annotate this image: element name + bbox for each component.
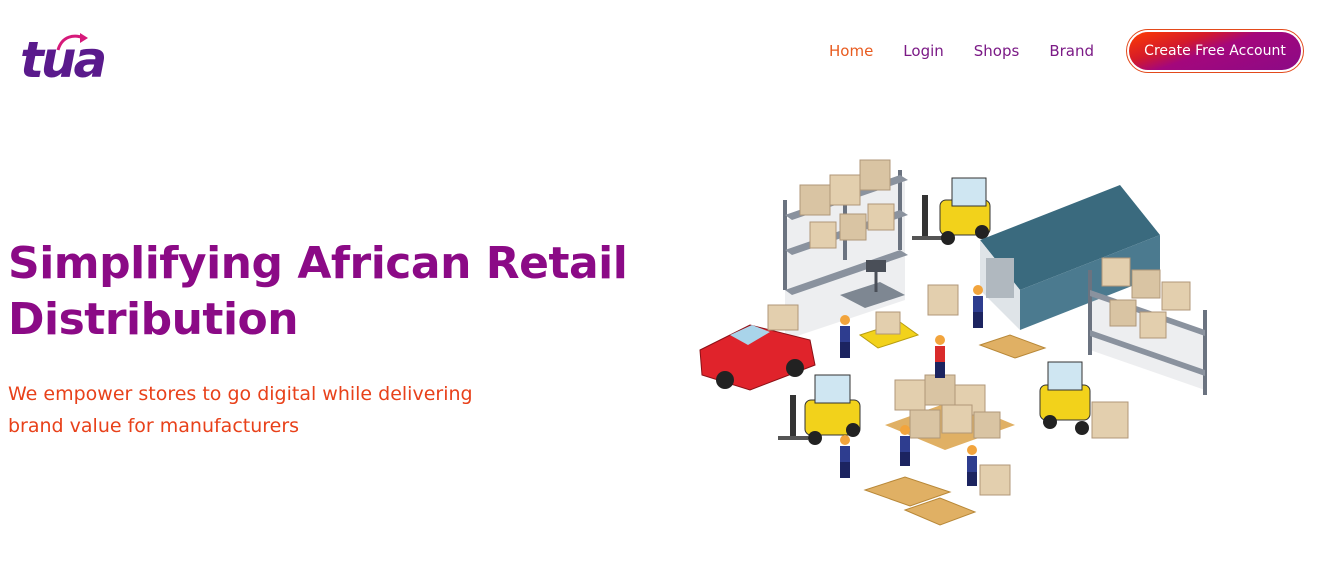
forklift-right bbox=[1039, 361, 1129, 439]
create-free-account-button[interactable]: Create Free Account bbox=[1129, 32, 1301, 70]
hero-title-line-1: Simplifying African Retail bbox=[8, 238, 628, 289]
hero-subtitle-line-1: We empower stores to go digital while de… bbox=[8, 383, 473, 405]
main-navigation: Home Login Shops Brand Create Free Accou… bbox=[829, 29, 1304, 73]
hero-title-line-2: Distribution bbox=[8, 294, 299, 345]
brand-logo[interactable]: tua bbox=[20, 30, 120, 90]
nav-home-link[interactable]: Home bbox=[829, 42, 873, 60]
create-account-button-outline: Create Free Account bbox=[1126, 29, 1304, 73]
nav-brand-link[interactable]: Brand bbox=[1049, 42, 1094, 60]
pickup-truck bbox=[699, 304, 816, 391]
logo-wordmark: tua bbox=[20, 31, 107, 89]
hero-subtitle: We empower stores to go digital while de… bbox=[8, 378, 508, 442]
shelving-rack-right bbox=[1088, 257, 1207, 395]
warehouse-logistics-illustration bbox=[699, 159, 1207, 526]
nav-login-link[interactable]: Login bbox=[903, 42, 943, 60]
box-on-pallet bbox=[979, 464, 1011, 496]
nav-shops-link[interactable]: Shops bbox=[974, 42, 1020, 60]
forklift-bottom-left bbox=[778, 374, 861, 445]
single-box bbox=[927, 284, 959, 316]
hero-subtitle-line-2: brand value for manufacturers bbox=[8, 415, 300, 437]
forklift-top bbox=[912, 177, 991, 245]
hand-pallet-truck bbox=[858, 311, 920, 349]
hero-title: Simplifying African Retail Distribution bbox=[8, 236, 648, 348]
